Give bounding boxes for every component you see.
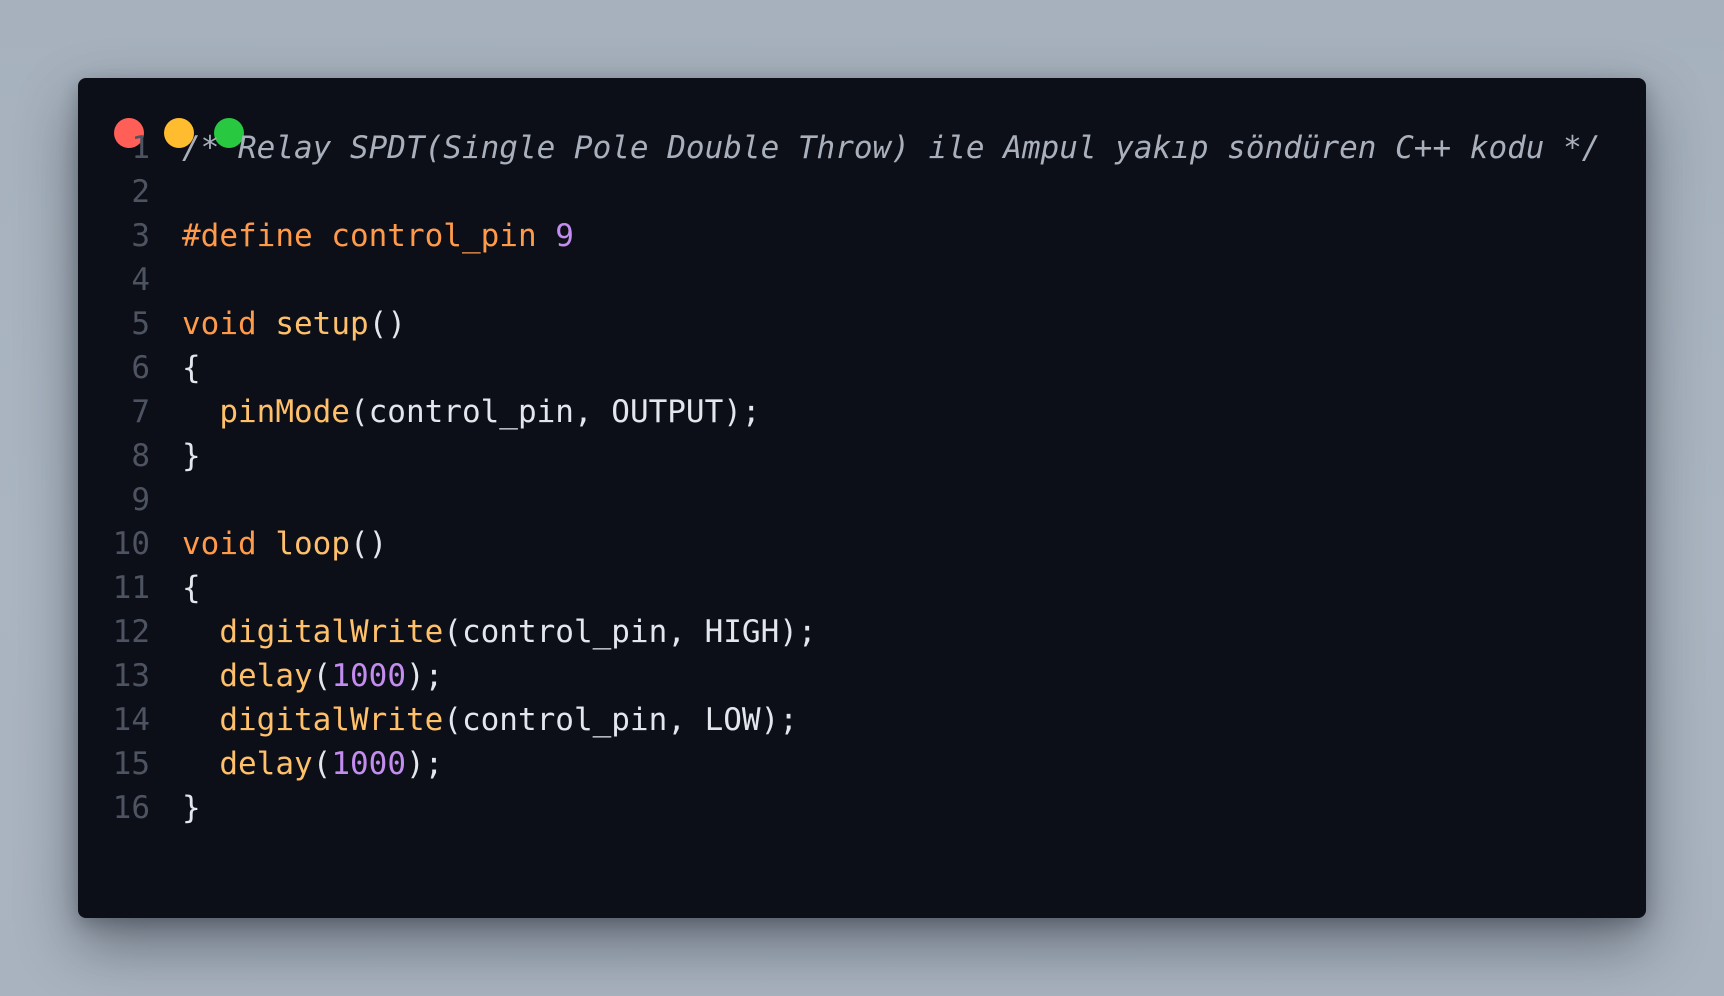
code-token-plain: (control_pin, HIGH); bbox=[443, 614, 817, 650]
line-source: digitalWrite(control_pin, HIGH); bbox=[182, 610, 817, 654]
code-token-num: 1000 bbox=[331, 746, 406, 782]
code-token-kw: void bbox=[182, 526, 257, 562]
code-token-plain: } bbox=[182, 438, 201, 474]
line-source: void loop() bbox=[182, 522, 387, 566]
code-token-num: 9 bbox=[555, 218, 574, 254]
code-token-plain: } bbox=[182, 790, 201, 826]
line-number: 16 bbox=[112, 790, 150, 826]
code-token-fn: digitalWrite bbox=[219, 702, 444, 738]
code-token-num: 1000 bbox=[331, 658, 406, 694]
line-source: { bbox=[182, 566, 201, 610]
line-number: 1 bbox=[131, 130, 150, 166]
line-source: delay(1000); bbox=[182, 654, 443, 698]
line-source: } bbox=[182, 786, 201, 830]
line-source: { bbox=[182, 346, 201, 390]
code-token-plain: ); bbox=[405, 746, 444, 782]
line-number: 8 bbox=[131, 438, 150, 474]
code-token-plain: ( bbox=[312, 746, 332, 782]
line-source: /* Relay SPDT(Single Pole Double Throw) … bbox=[182, 126, 1600, 170]
line-number: 4 bbox=[131, 262, 150, 298]
code-token-fn: pinMode bbox=[219, 394, 350, 430]
code-token-plain: ); bbox=[405, 658, 444, 694]
code-token-comment: /* Relay SPDT(Single Pole Double Throw) … bbox=[182, 130, 1601, 166]
code-token-plain: () bbox=[368, 306, 406, 342]
line-number: 7 bbox=[131, 394, 150, 430]
code-token-plain: (control_pin, OUTPUT); bbox=[349, 394, 761, 430]
line-number: 11 bbox=[112, 570, 150, 606]
code-token-plain: () bbox=[349, 526, 388, 562]
line-source: void setup() bbox=[182, 302, 406, 346]
line-source: digitalWrite(control_pin, LOW); bbox=[182, 698, 798, 742]
line-source: delay(1000); bbox=[182, 742, 443, 786]
line-number: 15 bbox=[112, 746, 150, 782]
line-source: } bbox=[182, 434, 201, 478]
code-token-fn: delay bbox=[219, 658, 313, 694]
code-window: 1 /* Relay SPDT(Single Pole Double Throw)… bbox=[78, 78, 1646, 918]
line-source: pinMode(control_pin, OUTPUT); bbox=[182, 390, 761, 434]
code-token-fn: setup bbox=[275, 306, 369, 342]
code-token-kw: #define control_pin bbox=[182, 218, 537, 254]
code-token-plain: { bbox=[182, 350, 201, 386]
code-token-fn: loop bbox=[275, 526, 350, 562]
line-number: 2 bbox=[131, 174, 150, 210]
line-number: 9 bbox=[131, 482, 150, 518]
code-token-plain: { bbox=[182, 570, 201, 606]
line-source: #define control_pin 9 bbox=[182, 214, 574, 258]
line-number: 3 bbox=[131, 218, 150, 254]
line-number: 13 bbox=[112, 658, 150, 694]
line-number: 5 bbox=[131, 306, 150, 342]
code-token-fn: delay bbox=[219, 746, 313, 782]
code-token-kw: void bbox=[182, 306, 257, 342]
line-number: 6 bbox=[131, 350, 150, 386]
code-token-plain: ( bbox=[312, 658, 332, 694]
line-number: 12 bbox=[112, 614, 150, 650]
code-token-fn: digitalWrite bbox=[219, 614, 444, 650]
line-number: 14 bbox=[112, 702, 150, 738]
code-token-plain: (control_pin, LOW); bbox=[443, 702, 798, 738]
line-number: 10 bbox=[112, 526, 150, 562]
